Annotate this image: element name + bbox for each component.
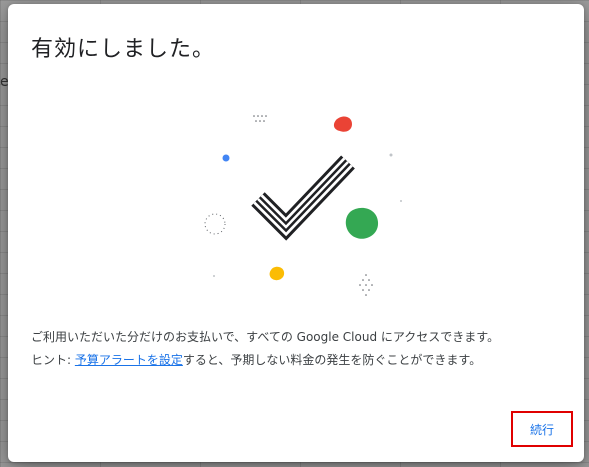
grey-dot-icon: [389, 153, 393, 157]
green-dot-icon: [345, 207, 379, 239]
budget-alert-link[interactable]: 予算アラートを設定: [75, 353, 183, 367]
dotted-circle-icon: [204, 213, 226, 235]
billing-message: ご利用いただいた分だけのお支払いで、すべての Google Cloud にアクセ…: [31, 330, 500, 344]
yellow-dot-icon: [269, 266, 285, 281]
continue-button[interactable]: 続行: [511, 411, 573, 447]
hint-suffix: すると、予期しない料金の発生を防ぐことができます。: [182, 353, 482, 367]
hint-prefix: ヒント:: [31, 353, 75, 367]
grey-dot-icon: [400, 200, 402, 202]
blue-dot-icon: [222, 154, 230, 162]
budget-hint: ヒント: 予算アラートを設定すると、予期しない料金の発生を防ぐことができます。: [31, 349, 576, 372]
success-dialog: 有効にしました。 ご利用いただいた分だけのお支払いで、すべての Google C…: [8, 4, 584, 462]
dialog-body: ご利用いただいた分だけのお支払いで、すべての Google Cloud にアクセ…: [31, 326, 576, 372]
dialog-title: 有効にしました。: [31, 37, 216, 62]
dot-triangle-icon: [359, 274, 373, 296]
red-dot-icon: [333, 116, 352, 132]
grey-dot-icon: [213, 275, 215, 277]
checkmark-icon: [251, 155, 355, 241]
success-illustration: [204, 115, 402, 296]
dot-cluster-icon: [253, 115, 267, 122]
